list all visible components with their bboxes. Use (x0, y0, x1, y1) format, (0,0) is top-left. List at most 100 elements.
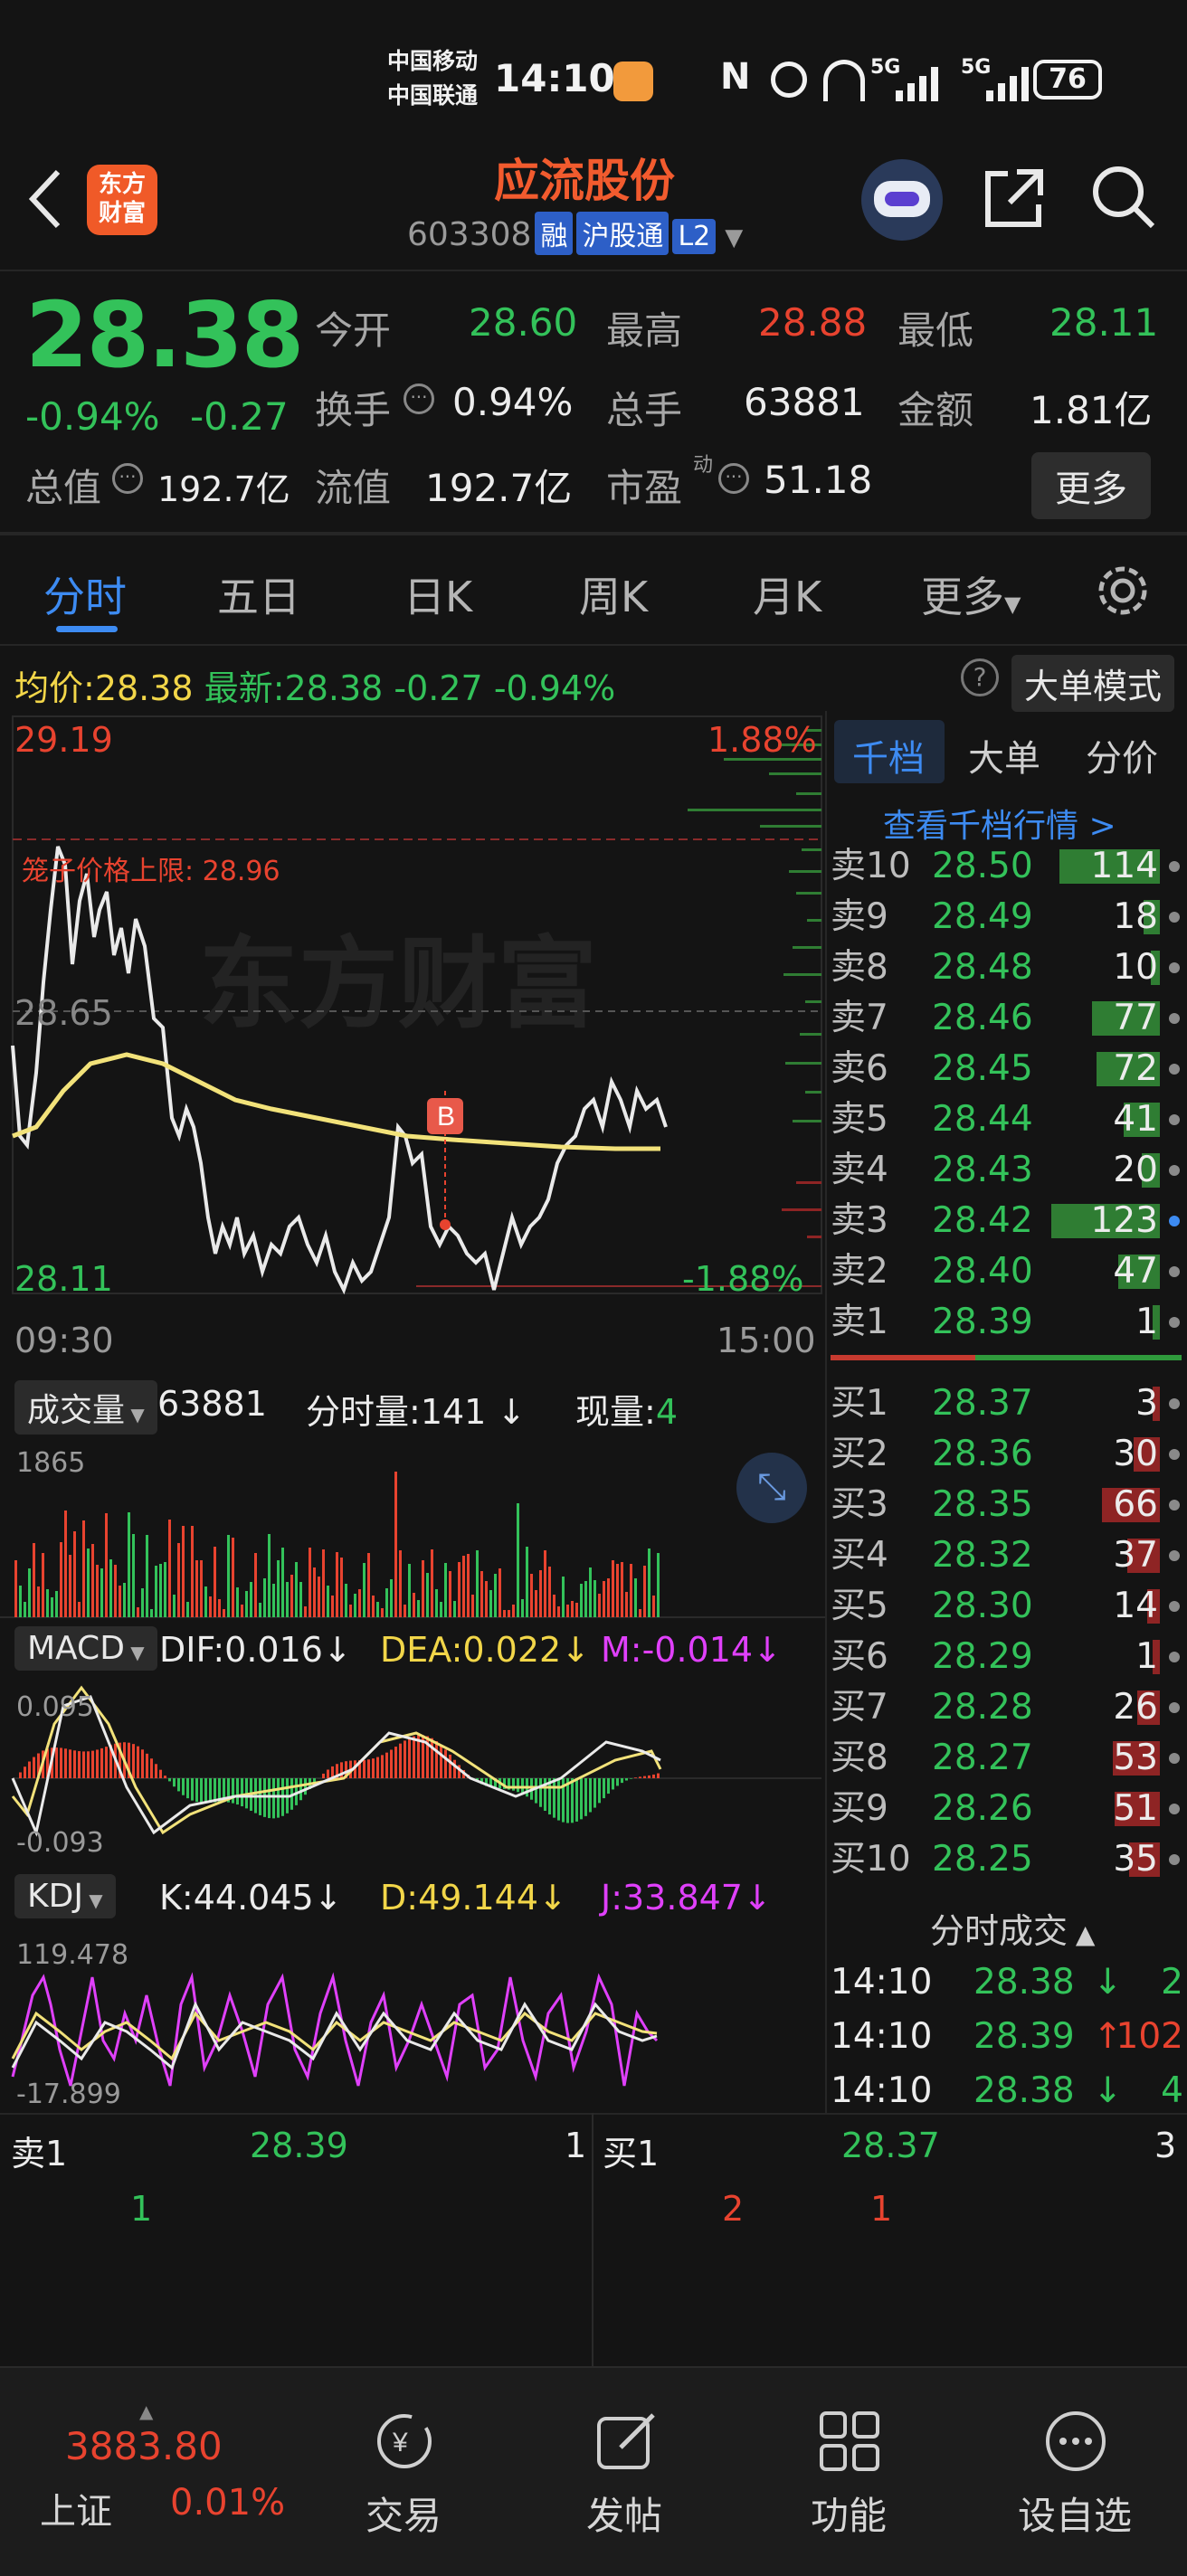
book-qty: 66 (1113, 1484, 1158, 1525)
volume-bar (449, 1571, 451, 1617)
share-button[interactable] (981, 165, 1048, 235)
tab-weekly-k[interactable]: 周K (579, 564, 648, 624)
volume-bar (557, 1606, 560, 1617)
volume-indicator-select[interactable]: 成交量 ▼ (14, 1380, 157, 1435)
more-button[interactable]: 更多 (1031, 452, 1151, 519)
book-tab-full-depth[interactable]: 千档 (852, 729, 925, 781)
book-price: 28.39 (932, 1302, 1033, 1342)
volume-bar (489, 1590, 492, 1617)
volume-bar (46, 1589, 49, 1617)
nav-functions-label: 功能 (810, 2494, 887, 2538)
nav-post[interactable]: 发帖 (561, 2408, 688, 2543)
volume-bar (535, 1590, 537, 1617)
volume-bar (218, 1599, 221, 1617)
volume-bar (594, 1580, 596, 1617)
volume-bar (548, 1567, 551, 1617)
grid-icon (816, 2408, 883, 2478)
macd-bar (630, 1778, 632, 1779)
nav-functions[interactable]: 功能 (785, 2408, 912, 2543)
book-tab-price-dist[interactable]: 分价 (1086, 729, 1158, 781)
stock-code-row[interactable]: 603308 融沪股通 L2 ▼ (407, 212, 743, 255)
index-ticker[interactable]: ▲ 3883.80 上证 0.01% (0, 2401, 299, 2536)
volume-bar (195, 1560, 198, 1617)
macd-indicator-select[interactable]: MACD ▼ (14, 1626, 157, 1671)
book-price: 28.50 (932, 846, 1033, 886)
book-qty: 1 (1135, 1302, 1158, 1342)
volume-bar (394, 1472, 397, 1617)
book-qty: 3 (1135, 1383, 1158, 1424)
back-button[interactable] (25, 166, 65, 235)
volume-bar (214, 1547, 216, 1617)
volume-bar (281, 1548, 284, 1617)
nav-trade[interactable]: ¥ 交易 (340, 2408, 467, 2543)
robot-assistant-icon[interactable] (861, 159, 943, 241)
macd-bar (431, 1738, 433, 1778)
big-order-mode-button[interactable]: 大单模式 (1011, 655, 1175, 712)
trade-price: 28.38 (973, 2070, 1075, 2111)
kdj-bottom: -17.899 (16, 2079, 121, 2110)
settings-button[interactable] (1095, 563, 1151, 622)
macd-bar (616, 1778, 619, 1786)
tick-trades-label[interactable]: 分时成交 ▲ (930, 1903, 1095, 1953)
ask-row: 卖10 28.50 114 (831, 841, 1183, 892)
app-logo[interactable]: 东方 财富 (87, 165, 157, 235)
book-price: 28.42 (932, 1200, 1033, 1241)
macd-bar (575, 1778, 578, 1822)
kdj-j: J:33.847↓ (601, 1878, 772, 1918)
macd-bar (453, 1759, 456, 1778)
fen-value: 141 (420, 1392, 487, 1432)
tab-intraday[interactable]: 分时 (43, 564, 127, 624)
price-limit-label: 笼子价格上限: 28.96 (22, 856, 280, 887)
ask-row: 卖5 28.44 41 (831, 1094, 1183, 1145)
volume-bar (580, 1584, 583, 1617)
logo-line-1: 东方 (98, 171, 146, 198)
wifi-icon (823, 60, 865, 101)
tab-daily-k[interactable]: 日K (404, 564, 472, 624)
info-icon[interactable]: ··· (112, 463, 143, 494)
kdj-indicator-select[interactable]: KDJ ▼ (14, 1874, 116, 1918)
kdj-label: KDJ (27, 1878, 83, 1915)
volume-label: 成交量 (27, 1392, 126, 1429)
signal-icon-1 (896, 63, 950, 107)
book-tab-big-order[interactable]: 大单 (968, 729, 1040, 781)
macd-bar (19, 1772, 22, 1778)
help-icon[interactable]: ? (961, 658, 999, 696)
macd-bar (64, 1748, 67, 1778)
volume-bar (458, 1562, 461, 1617)
turnover-value: 0.94% (452, 380, 574, 424)
volume-label: 总手 (606, 388, 683, 432)
volume-bar (164, 1562, 166, 1617)
edit-icon (594, 2408, 660, 2478)
view-full-depth-link[interactable]: 查看千档行情 > (883, 800, 1116, 847)
macd-bar (146, 1753, 148, 1778)
volume-fen: 分时量:141 ↓ (306, 1392, 527, 1432)
search-button[interactable] (1089, 163, 1158, 235)
nav-add-watchlist[interactable]: 设自选 (1002, 2408, 1147, 2543)
tab-monthly-k[interactable]: 月K (753, 564, 821, 624)
volume-bar (381, 1608, 384, 1617)
strip-buy-qty: 3 (1154, 2126, 1177, 2165)
book-dot-icon (1169, 1804, 1180, 1814)
info-icon[interactable]: ··· (404, 384, 434, 414)
book-price: 28.30 (932, 1586, 1033, 1626)
tab-five-day[interactable]: 五日 (217, 564, 300, 624)
book-level-label: 买9 (831, 1788, 888, 1829)
info-icon[interactable]: ··· (718, 463, 749, 494)
volume-bar (354, 1594, 356, 1617)
book-dot-icon (1169, 1449, 1180, 1460)
macd-bar (272, 1778, 275, 1819)
macd-bar (385, 1752, 388, 1778)
book-dot-icon (1169, 1652, 1180, 1662)
macd-bar (394, 1747, 397, 1778)
tab-more[interactable]: 更多▼ (921, 564, 1021, 624)
macd-bar (643, 1776, 646, 1778)
macd-bar (444, 1749, 447, 1778)
expand-icon[interactable]: ⤡ (736, 1453, 807, 1523)
book-level-label: 卖5 (831, 1099, 888, 1140)
book-qty: 20 (1113, 1150, 1158, 1190)
buy-marker: B (437, 1102, 455, 1132)
book-price: 28.44 (932, 1099, 1033, 1140)
book-level-label: 卖3 (831, 1200, 888, 1241)
book-qty: 47 (1113, 1251, 1158, 1292)
volume-bar (318, 1577, 320, 1617)
